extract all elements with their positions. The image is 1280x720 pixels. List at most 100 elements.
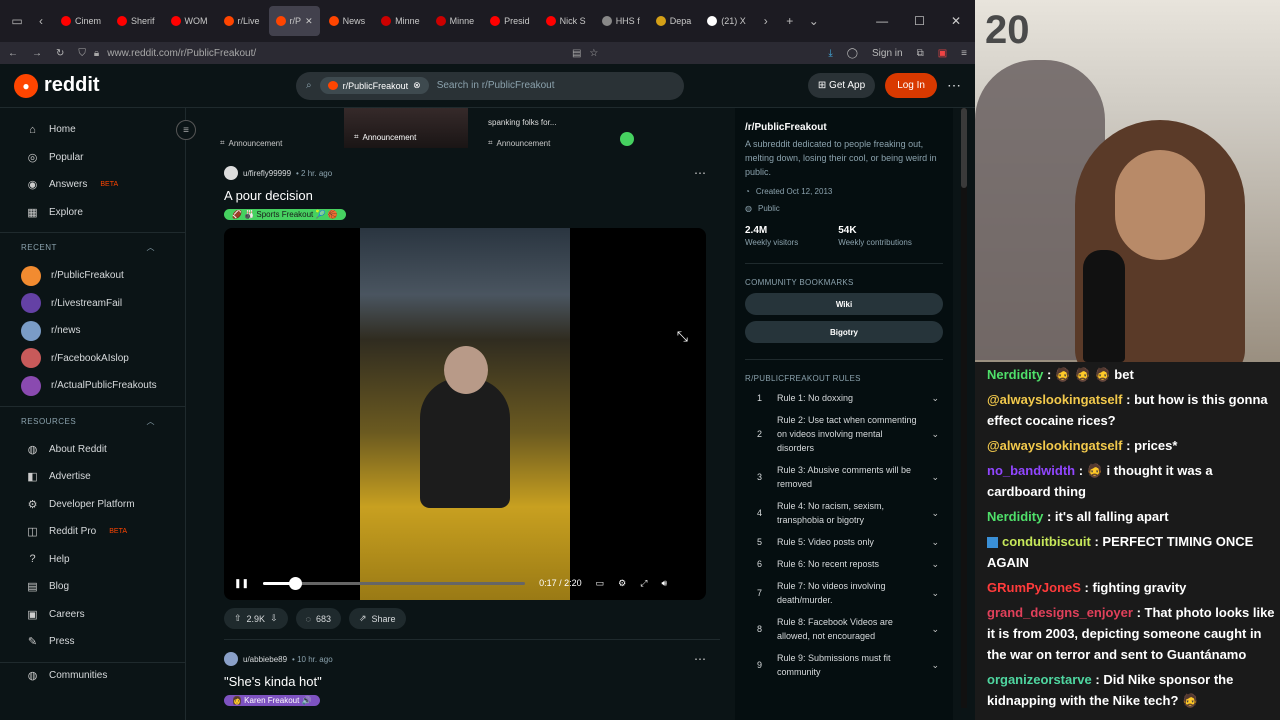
sidebar-item[interactable]: r/LivestreamFail [0, 290, 185, 318]
sidebar-item[interactable]: ◉ Answers BETA [0, 171, 185, 199]
rule-item[interactable]: 5 Rule 5: Video posts only ⌄ [745, 531, 943, 553]
vote-button[interactable]: ⇧ 2.9K ⇩ [224, 608, 288, 629]
post-title[interactable]: "She's kinda hot" [210, 674, 720, 689]
sidebar-item[interactable]: ▦ Explore [0, 199, 185, 227]
reddit-logo[interactable]: ● reddit [14, 73, 296, 98]
sidebar-item[interactable]: ◫ Reddit Pro BETA [0, 518, 185, 546]
browser-tab[interactable]: HHS f [595, 6, 647, 36]
post-author[interactable]: u/abbiebe89 [243, 655, 287, 664]
scroll-right-icon[interactable]: › [755, 10, 777, 32]
new-tab-icon[interactable]: + [779, 10, 801, 32]
sidebar-item[interactable]: r/news [0, 317, 185, 345]
scroll-left-icon[interactable]: ‹ [30, 10, 52, 32]
search-input[interactable]: ⌕ r/PublicFreakout ⊗ Search in r/PublicF… [296, 71, 684, 100]
post-flair[interactable]: 👩 Karen Freakout 🔊 [224, 695, 320, 706]
sidebar-item[interactable]: ◧ Advertise [0, 463, 185, 491]
sidebar-item[interactable]: r/FacebookAIslop [0, 345, 185, 373]
account-icon[interactable]: ◯ [847, 48, 858, 59]
rule-item[interactable]: 9 Rule 9: Submissions must fit community ⌄ [745, 647, 943, 683]
rule-item[interactable]: 4 Rule 4: No racism, sexism, transphobia … [745, 495, 943, 531]
collapse-sidebar-button[interactable]: ≡ [176, 120, 196, 140]
tab-overflow-icon[interactable]: ⌄ [803, 10, 825, 32]
volume-icon[interactable]: 🔊︎ [661, 578, 667, 589]
tab-close-icon[interactable]: ✕ [305, 16, 313, 27]
browser-tab[interactable]: Depa [649, 6, 699, 36]
recent-section-header[interactable]: RECENT ︿ [0, 232, 185, 262]
sidebar-item[interactable]: ✎ Press [0, 628, 185, 656]
url-bar[interactable]: ⛉ 🔒︎ www.reddit.com/r/PublicFreakout/ ▤ … [78, 48, 598, 59]
bookmark-star-icon[interactable]: ☆ [589, 48, 598, 59]
captions-icon[interactable]: ▭ [596, 578, 605, 589]
expand-icon[interactable]: ⤡ [677, 328, 688, 345]
chevron-down-icon[interactable]: ⌄ [931, 586, 943, 600]
sidebar-item[interactable]: ▣ Careers [0, 601, 185, 629]
seek-bar[interactable] [263, 576, 526, 590]
post-author[interactable]: u/firefly99999 [243, 169, 291, 178]
menu-icon[interactable]: ≡ [961, 48, 967, 59]
rule-item[interactable]: 3 Rule 3: Abusive comments will be remove… [745, 459, 943, 495]
avatar[interactable] [224, 652, 238, 666]
settings-icon[interactable]: ⚙ [618, 578, 626, 589]
chevron-down-icon[interactable]: ⌄ [931, 470, 943, 484]
post-title[interactable]: A pour decision [210, 188, 720, 203]
announcement-card[interactable]: spanking folks for... ⌗ Announcement [478, 118, 602, 148]
back-icon[interactable]: ← [8, 48, 18, 59]
subreddit-chip[interactable]: r/PublicFreakout ⊗ [319, 77, 429, 94]
announcement-card[interactable]: ⌗ Announcement [210, 138, 334, 148]
share-button[interactable]: ⇗ Share [349, 608, 406, 629]
browser-tab[interactable]: (21) X [700, 6, 753, 36]
tab-list-icon[interactable]: ▭ [6, 10, 28, 32]
chevron-down-icon[interactable]: ⌄ [931, 506, 943, 520]
browser-tab[interactable]: Cinem [54, 6, 108, 36]
resources-section-header[interactable]: RESOURCES ︿ [0, 405, 185, 436]
fullscreen-icon[interactable]: ⤢ [640, 578, 647, 589]
chevron-down-icon[interactable]: ⌄ [931, 658, 943, 672]
rule-item[interactable]: 2 Rule 2: Use tact when commenting on vid… [745, 409, 943, 459]
maximize-icon[interactable]: ☐ [914, 14, 925, 28]
chevron-down-icon[interactable]: ⌄ [931, 622, 943, 636]
post-flair[interactable]: 🏈 🎳 Sports Freakout 🎾 🏀 [224, 209, 346, 220]
browser-tab[interactable]: Sherif [110, 6, 162, 36]
download-icon[interactable]: ⤓ [828, 48, 832, 59]
browser-tab[interactable]: r/P ✕ [268, 6, 320, 36]
chevron-down-icon[interactable]: ⌄ [931, 391, 943, 405]
sign-in-link[interactable]: Sign in [872, 48, 903, 59]
sidebar-item-communities[interactable]: ◍ Communities [0, 661, 185, 690]
more-options-icon[interactable]: ⋯ [947, 77, 961, 94]
sidebar-item[interactable]: ⌂ Home [0, 116, 185, 144]
rule-item[interactable]: 6 Rule 6: No recent reposts ⌄ [745, 553, 943, 575]
pause-icon[interactable]: ❚❚ [234, 578, 249, 589]
announcement-card[interactable]: ⌗ Announcement [344, 108, 468, 148]
browser-tab[interactable]: r/Live [217, 6, 267, 36]
browser-tab[interactable]: News [322, 6, 373, 36]
sidebar-item[interactable]: ◎ Popular [0, 144, 185, 172]
extensions-icon[interactable]: ⧉ [917, 48, 924, 59]
post-overflow-icon[interactable]: ⋯ [694, 652, 706, 666]
sidebar-item[interactable]: ◍ About Reddit [0, 436, 185, 464]
chevron-down-icon[interactable]: ⌄ [931, 535, 943, 549]
forward-icon[interactable]: → [32, 48, 42, 59]
sidebar-item[interactable]: ? Help [0, 546, 185, 574]
chevron-down-icon[interactable]: ⌄ [931, 427, 943, 441]
rule-item[interactable]: 7 Rule 7: No videos involving death/murde… [745, 575, 943, 611]
reader-icon[interactable]: ▤ [572, 48, 581, 59]
rule-item[interactable]: 8 Rule 8: Facebook Videos are allowed, no… [745, 611, 943, 647]
get-app-button[interactable]: ⊞ Get App [807, 73, 876, 98]
reload-icon[interactable]: ↻ [56, 48, 64, 59]
avatar[interactable] [224, 166, 238, 180]
sidebar-item[interactable]: r/PublicFreakout [0, 262, 185, 290]
sidebar-item[interactable]: r/ActualPublicFreakouts [0, 372, 185, 400]
sidebar-item[interactable]: ▤ Blog [0, 573, 185, 601]
video-player[interactable]: ⤡ ❚❚ 0:17 / 2:20 ▭ ⚙ ⤢ 🔊︎ [224, 228, 706, 600]
browser-tab[interactable]: Presid [483, 6, 537, 36]
sidebar-item[interactable]: ⚙ Developer Platform [0, 491, 185, 519]
minimize-icon[interactable]: — [876, 14, 888, 28]
rule-item[interactable]: 1 Rule 1: No doxxing ⌄ [745, 387, 943, 409]
chevron-down-icon[interactable]: ⌄ [931, 557, 943, 571]
browser-tab[interactable]: Minne [374, 6, 427, 36]
scrollbar[interactable] [961, 108, 967, 708]
post-overflow-icon[interactable]: ⋯ [694, 166, 706, 180]
addon-icon[interactable]: ▣ [938, 48, 947, 59]
bookmark-button[interactable]: Wiki [745, 293, 943, 315]
comments-button[interactable]: ◌ 683 [295, 608, 341, 629]
